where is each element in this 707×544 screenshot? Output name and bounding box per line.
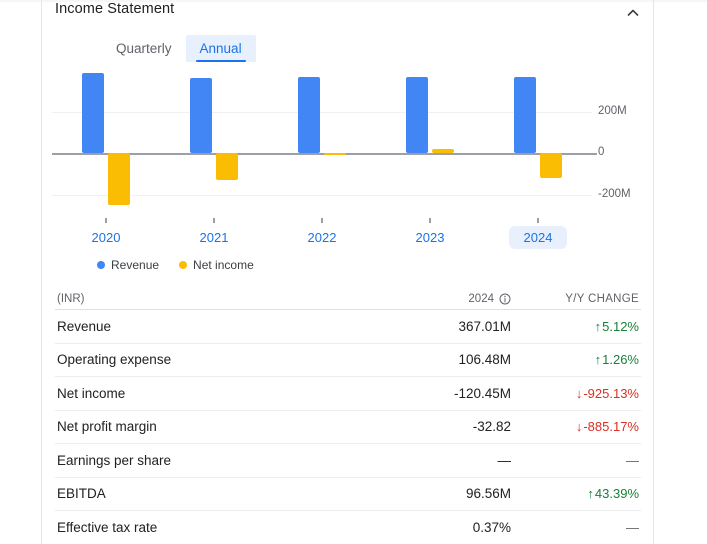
income-bar-chart: 2020 2021 2022 2023 2024 200M 0 -200M [42, 70, 653, 252]
arrow-up-icon: ↑ [587, 486, 594, 502]
row-label: Earnings per share [57, 452, 172, 468]
tab-quarterly[interactable]: Quarterly [102, 35, 186, 62]
header-yoy-change: Y/Y CHANGE [565, 292, 639, 305]
header-currency: (INR) [57, 292, 85, 305]
bar-revenue-2021[interactable] [190, 78, 212, 153]
row-value: 367.01M [458, 318, 511, 334]
y-axis-tick-200m: 200M [598, 104, 627, 117]
bar-net-income-2021[interactable] [216, 153, 238, 180]
info-icon[interactable] [499, 293, 511, 305]
chart-gridline [52, 194, 592, 196]
bar-net-income-2024[interactable] [540, 153, 562, 178]
tab-annual-label: Annual [199, 41, 242, 56]
header-year-label: 2024 [468, 292, 494, 305]
bar-revenue-2023[interactable] [406, 77, 428, 153]
bar-revenue-2024[interactable] [514, 76, 536, 153]
collapse-button[interactable] [620, 0, 646, 26]
legend-color-dot-net-income [179, 261, 188, 269]
x-axis-tick-2020 [105, 218, 107, 223]
legend-item-revenue[interactable]: Revenue [97, 258, 159, 272]
row-value: 96.56M [465, 486, 511, 502]
x-axis-label-2023[interactable]: 2023 [401, 226, 459, 249]
table-row: Effective tax rate 0.37% — [55, 511, 641, 544]
table-row: Net profit margin -32.82 ↓-885.17% [55, 411, 641, 444]
table-row: Earnings per share — — [55, 444, 641, 478]
row-change: ↓-885.17% [575, 419, 639, 435]
x-axis-tick-2021 [213, 218, 215, 223]
row-label: Effective tax rate [57, 519, 158, 535]
row-value: -32.82 [472, 419, 511, 435]
x-axis-label-2024[interactable]: 2024 [509, 226, 567, 249]
bar-net-income-2020[interactable] [108, 153, 130, 205]
row-label: Net profit margin [57, 419, 157, 435]
row-label: Revenue [57, 318, 112, 334]
arrow-up-icon: ↑ [594, 318, 602, 334]
x-axis-label-2021[interactable]: 2021 [185, 226, 243, 249]
row-value: — [497, 452, 512, 468]
row-change: ↓-925.13% [575, 385, 639, 401]
card-right-border [653, 0, 654, 544]
arrow-down-icon: ↓ [575, 385, 583, 401]
table-row: Revenue 367.01M ↑5.12% [55, 310, 641, 344]
legend-label-revenue: Revenue [111, 258, 160, 272]
bar-net-income-2022[interactable] [324, 153, 346, 155]
chevron-up-icon [626, 6, 640, 20]
tab-quarterly-label: Quarterly [116, 41, 172, 56]
legend-label-net-income: Net income [193, 258, 254, 272]
x-axis-tick-2023 [429, 218, 431, 223]
row-value: 106.48M [458, 352, 511, 368]
income-statement-card: Income Statement Quarterly Annual 2020 20… [0, 0, 707, 544]
table-row: EBITDA 96.56M ↑43.39% [55, 478, 641, 511]
row-value: 0.37% [472, 519, 511, 535]
row-label: EBITDA [57, 486, 106, 502]
table-row: Net income -120.45M ↓-925.13% [55, 377, 641, 411]
bar-revenue-2022[interactable] [298, 77, 320, 153]
arrow-down-icon: ↓ [575, 419, 583, 435]
card-header: Income Statement [42, 0, 653, 30]
period-tabs: Quarterly Annual [102, 35, 256, 62]
y-axis-tick-neg200m: -200M [598, 187, 631, 200]
legend-color-dot-revenue [97, 261, 105, 269]
tab-annual[interactable]: Annual [185, 35, 256, 62]
bar-net-income-2023[interactable] [432, 149, 454, 153]
x-axis-tick-2022 [321, 218, 323, 223]
x-axis-label-2022[interactable]: 2022 [293, 226, 351, 249]
x-axis-tick-2024 [537, 218, 539, 223]
row-change: ↑1.26% [594, 352, 639, 368]
row-label: Operating expense [57, 352, 172, 368]
row-change: — [626, 452, 639, 468]
chart-legend: Revenue Net income [97, 258, 254, 272]
x-axis-label-2020[interactable]: 2020 [77, 226, 135, 249]
page-title: Income Statement [55, 1, 175, 17]
table-body: Revenue 367.01M ↑5.12% Operating expense 106… [55, 310, 641, 544]
header-year: 2024 [365, 293, 511, 305]
row-change: — [626, 519, 639, 535]
bar-revenue-2020[interactable] [82, 73, 104, 153]
chart-plot-area: 2020 2021 2022 2023 2024 [52, 70, 597, 249]
arrow-up-icon: ↑ [594, 352, 602, 368]
row-change: ↑43.39% [587, 486, 639, 502]
row-label: Net income [57, 385, 126, 401]
legend-item-net-income[interactable]: Net income [179, 258, 254, 272]
table-header-row: (INR) 2024 Y/Y CHANGE [55, 288, 641, 310]
financials-table: (INR) 2024 Y/Y CHANGE Revenue 367.01M ↑5.1… [55, 288, 641, 544]
chart-gridline [52, 111, 592, 113]
table-row: Operating expense 106.48M ↑1.26% [55, 344, 641, 377]
y-axis-tick-0: 0 [598, 146, 605, 158]
row-value: -120.45M [453, 385, 511, 401]
row-change: ↑5.12% [594, 318, 639, 334]
